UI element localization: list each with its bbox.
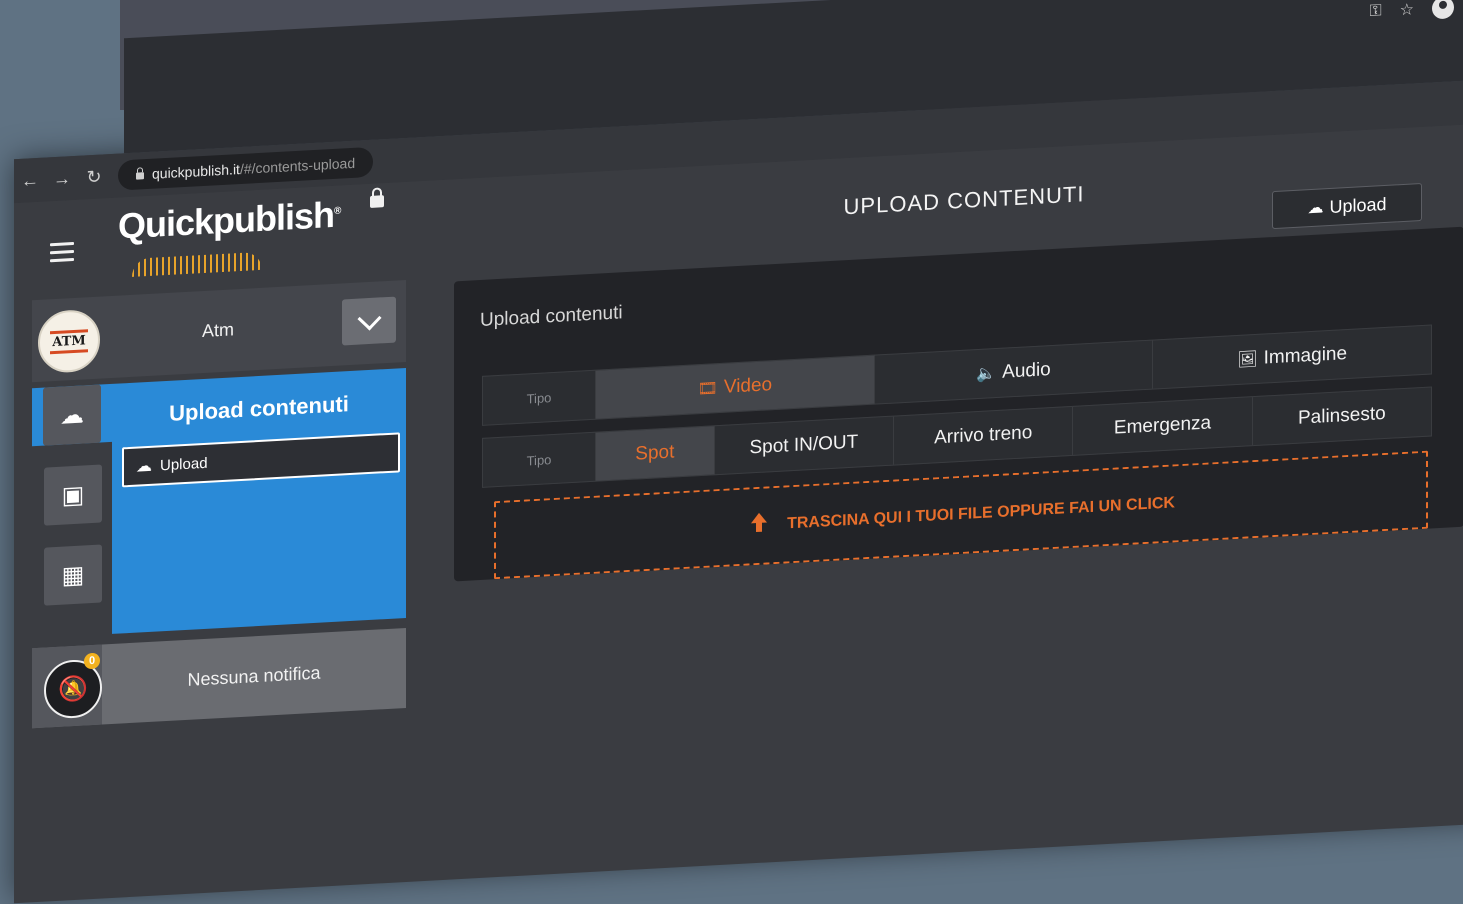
star-icon[interactable]: ☆ bbox=[1400, 0, 1414, 20]
sidebar-item-upload[interactable]: ☁ Upload bbox=[122, 432, 400, 488]
upload-section-title: Upload contenuti bbox=[169, 391, 349, 426]
logo-rays-decoration bbox=[132, 251, 262, 277]
logo-mark: ® bbox=[334, 205, 341, 217]
tab-video[interactable]: 🎞 Video bbox=[596, 355, 875, 419]
tab-arrivo-treno[interactable]: Arrivo treno bbox=[894, 406, 1074, 465]
account-name: Atm bbox=[202, 319, 235, 342]
card-title: Upload contenuti bbox=[480, 302, 623, 332]
film-icon: 🎞 bbox=[697, 380, 718, 399]
address-bar[interactable]: quickpublish.it/#/contents-upload bbox=[118, 146, 374, 191]
upload-arrow-icon bbox=[747, 512, 771, 539]
hamburger-menu-icon[interactable] bbox=[50, 241, 74, 267]
upload-section-panel: Upload contenuti ☁ Upload bbox=[112, 368, 406, 634]
account-dropdown-button[interactable] bbox=[342, 296, 396, 346]
profile-icon[interactable] bbox=[1432, 0, 1454, 20]
atm-logo: ATM bbox=[38, 308, 100, 374]
sidebar: Quickpublish® ATM Atm ☁ ▣ ▦ Upload conte… bbox=[22, 182, 412, 733]
browser-extension-icons: ⚿ ☆ bbox=[1369, 0, 1454, 23]
images-icon[interactable]: ▣ bbox=[44, 464, 102, 526]
tab-label: Immagine bbox=[1263, 343, 1348, 369]
logo-text: Quickpublish bbox=[118, 193, 335, 247]
back-arrow-icon[interactable]: ← bbox=[14, 169, 46, 192]
content-type-label: Tipo bbox=[483, 432, 596, 487]
tilted-screen: ⚿ ☆ ← → ↻ quickpublish.it/#/contents-upl… bbox=[0, 0, 1463, 904]
chevron-down-icon bbox=[356, 305, 382, 331]
tab-audio[interactable]: 🔈 Audio bbox=[874, 340, 1154, 404]
icon-rail: ☁ ▣ ▦ bbox=[32, 383, 112, 638]
atm-logo-text: ATM bbox=[50, 328, 88, 354]
page-title: UPLOAD CONTENUTI bbox=[843, 181, 1085, 220]
upload-card: Upload contenuti Tipo 🎞 Video 🔈 Audio 🖼 … bbox=[454, 226, 1463, 582]
tab-spot[interactable]: Spot bbox=[596, 426, 715, 481]
cloud-upload-icon: ☁ bbox=[1307, 199, 1324, 218]
sidebar-item-label: Upload bbox=[160, 454, 208, 474]
reload-icon[interactable]: ↻ bbox=[78, 166, 110, 189]
cloud-upload-icon: ☁ bbox=[43, 384, 101, 446]
upload-button[interactable]: ☁ Upload bbox=[1272, 182, 1422, 230]
url-host: quickpublish.it bbox=[152, 161, 240, 182]
key-icon[interactable]: ⚿ bbox=[1369, 2, 1381, 21]
rail-upload-button[interactable]: ☁ bbox=[32, 383, 112, 447]
tab-emergenza[interactable]: Emergenza bbox=[1073, 397, 1253, 455]
tab-label: Video bbox=[723, 374, 773, 398]
account-selector[interactable]: ATM Atm bbox=[32, 280, 406, 383]
cloud-upload-icon: ☁ bbox=[136, 457, 152, 476]
calendar-icon[interactable]: ▦ bbox=[44, 544, 102, 606]
tab-spot-in-out[interactable]: Spot IN/OUT bbox=[714, 416, 895, 475]
media-type-label: Tipo bbox=[483, 370, 596, 425]
quickpublish-logo: Quickpublish® bbox=[118, 194, 340, 248]
dropzone-text: TRASCINA QUI I TUOI FILE OPPURE FAI UN C… bbox=[787, 494, 1175, 533]
tab-label: Audio bbox=[1002, 359, 1051, 383]
tab-immagine[interactable]: 🖼 Immagine bbox=[1153, 325, 1431, 388]
upload-button-label: Upload bbox=[1329, 193, 1387, 217]
notifications-row[interactable]: 🔕 0 Nessuna notifica bbox=[32, 628, 406, 729]
image-icon: 🖼 bbox=[1237, 350, 1258, 369]
lock-icon[interactable] bbox=[370, 195, 384, 208]
speaker-icon: 🔈 bbox=[976, 365, 997, 384]
url-path: /#/contents-upload bbox=[239, 154, 356, 178]
browser-window: ⚿ ☆ ← → ↻ quickpublish.it/#/contents-upl… bbox=[14, 0, 1463, 904]
notifications-text: Nessuna notifica bbox=[187, 662, 321, 690]
tab-palinsesto[interactable]: Palinsesto bbox=[1253, 387, 1431, 445]
forward-arrow-icon[interactable]: → bbox=[46, 167, 78, 190]
secure-lock-icon bbox=[136, 172, 144, 180]
app-content: Quickpublish® ATM Atm ☁ ▣ ▦ Upload conte… bbox=[14, 123, 1463, 904]
